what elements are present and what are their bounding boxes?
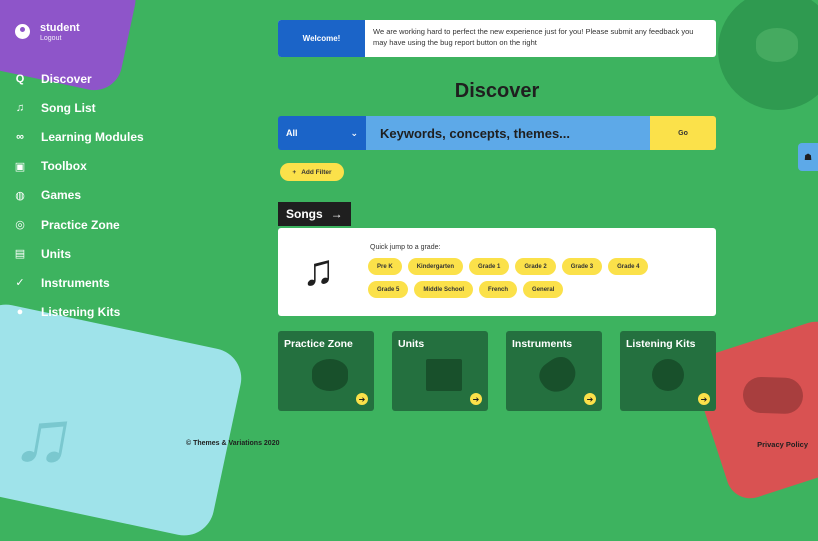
grade-pill-middle-school[interactable]: Middle School — [414, 281, 474, 298]
quick-jump-label: Quick jump to a grade: — [370, 244, 441, 251]
user-block: student Logout — [15, 22, 80, 42]
sidebar-item-label: Units — [41, 246, 71, 261]
record-icon — [652, 359, 684, 391]
bug-report-icon[interactable]: ☗ — [798, 143, 818, 171]
add-filter-button[interactable]: + Add Filter — [280, 163, 344, 181]
tile-units[interactable]: Units ➔ — [392, 331, 488, 411]
arrow-right-icon: ➔ — [584, 393, 596, 405]
welcome-message: We are working hard to perfect the new e… — [373, 27, 694, 47]
songs-card: ♫ Quick jump to a grade: Pre K Kindergar… — [278, 228, 716, 316]
background-drum-icon — [718, 0, 818, 110]
sidebar-item-label: Games — [41, 188, 82, 203]
sidebar-item-toolbox[interactable]: ▣ Toolbox — [13, 152, 144, 181]
username: student — [40, 22, 80, 34]
tile-title: Instruments — [512, 338, 573, 350]
search-input[interactable] — [366, 116, 650, 150]
sidebar-item-games[interactable]: ◍ Games — [13, 181, 144, 210]
arrow-right-icon: ➔ — [698, 393, 710, 405]
sidebar-item-discover[interactable]: Q Discover — [13, 64, 144, 93]
plus-icon: + — [292, 168, 297, 176]
search-bar: All ⌄ Go — [278, 116, 716, 150]
sidebar-item-practice-zone[interactable]: ◎ Practice Zone — [13, 210, 144, 239]
tile-listening-kits[interactable]: Listening Kits ➔ — [620, 331, 716, 411]
sidebar-item-label: Song List — [41, 100, 96, 115]
music-note-icon: ♫ — [15, 101, 25, 114]
chevron-down-icon: ⌄ — [350, 127, 358, 138]
tile-title: Listening Kits — [626, 338, 696, 350]
glasses-icon: ∞ — [16, 130, 24, 143]
sidebar-item-song-list[interactable]: ♫ Song List — [13, 93, 144, 122]
avatar-icon — [15, 24, 30, 39]
filter-select[interactable]: All ⌄ — [278, 116, 366, 150]
add-filter-label: Add Filter — [301, 168, 332, 176]
grade-pill-kindergarten[interactable]: Kindergarten — [407, 258, 464, 275]
sidebar-item-instruments[interactable]: ✓ Instruments — [13, 268, 144, 297]
grade-pill-grade-4[interactable]: Grade 4 — [608, 258, 649, 275]
tile-instruments[interactable]: Instruments ➔ — [506, 331, 602, 411]
search-icon: Q — [15, 72, 25, 85]
tile-title: Practice Zone — [284, 338, 353, 350]
music-note-icon: ♫ — [302, 246, 335, 295]
sidebar-item-units[interactable]: ▤ Units — [13, 239, 144, 268]
gamepad-icon: ◍ — [15, 189, 25, 202]
sidebar-item-label: Toolbox — [41, 159, 87, 174]
sidebar-item-label: Learning Modules — [41, 129, 144, 144]
songs-button[interactable]: Songs → — [278, 202, 351, 226]
drum-icon: ◎ — [15, 219, 25, 232]
grade-pill-grade-2[interactable]: Grade 2 — [515, 258, 556, 275]
sidebar-item-label: Listening Kits — [41, 305, 121, 320]
book-icon: ▤ — [14, 248, 26, 261]
privacy-policy-link[interactable]: Privacy Policy — [757, 440, 808, 449]
sidebar-item-label: Practice Zone — [41, 217, 120, 232]
sidebar-item-label: Discover — [41, 71, 92, 86]
drum-icon — [312, 359, 348, 391]
welcome-banner: Welcome! We are working hard to perfect … — [278, 20, 716, 57]
tile-title: Units — [398, 338, 425, 350]
songs-button-label: Songs — [286, 207, 323, 221]
grade-pill-general[interactable]: General — [523, 281, 564, 298]
page-title: Discover — [454, 80, 540, 102]
grade-list: Pre K Kindergarten Grade 1 Grade 2 Grade… — [368, 258, 688, 298]
logout-link[interactable]: Logout — [40, 35, 80, 42]
record-icon: ● — [16, 306, 24, 319]
tile-practice-zone[interactable]: Practice Zone ➔ — [278, 331, 374, 411]
go-button[interactable]: Go — [650, 116, 716, 150]
grade-pill-grade-1[interactable]: Grade 1 — [469, 258, 510, 275]
sidebar-item-label: Instruments — [41, 275, 110, 290]
arrow-right-icon: → — [330, 207, 343, 221]
welcome-tag: Welcome! — [278, 20, 365, 57]
book-icon — [426, 359, 462, 391]
sidebar-nav: Q Discover ♫ Song List ∞ Learning Module… — [13, 64, 144, 327]
grade-pill-french[interactable]: French — [479, 281, 518, 298]
guitar-icon — [534, 351, 582, 399]
arrow-right-icon: ➔ — [470, 393, 482, 405]
sidebar-item-learning-modules[interactable]: ∞ Learning Modules — [13, 122, 144, 151]
toolbox-icon: ▣ — [14, 160, 26, 173]
grade-pill-pre-k[interactable]: Pre K — [368, 258, 402, 275]
arrow-right-icon: ➔ — [356, 393, 368, 405]
grade-pill-grade-3[interactable]: Grade 3 — [561, 258, 603, 275]
guitar-icon: ✓ — [15, 277, 25, 290]
grade-pill-grade-5[interactable]: Grade 5 — [368, 281, 409, 298]
filter-select-value: All — [286, 128, 298, 138]
sidebar-item-listening-kits[interactable]: ● Listening Kits — [13, 298, 144, 327]
copyright: © Themes & Variations 2020 — [186, 440, 280, 447]
